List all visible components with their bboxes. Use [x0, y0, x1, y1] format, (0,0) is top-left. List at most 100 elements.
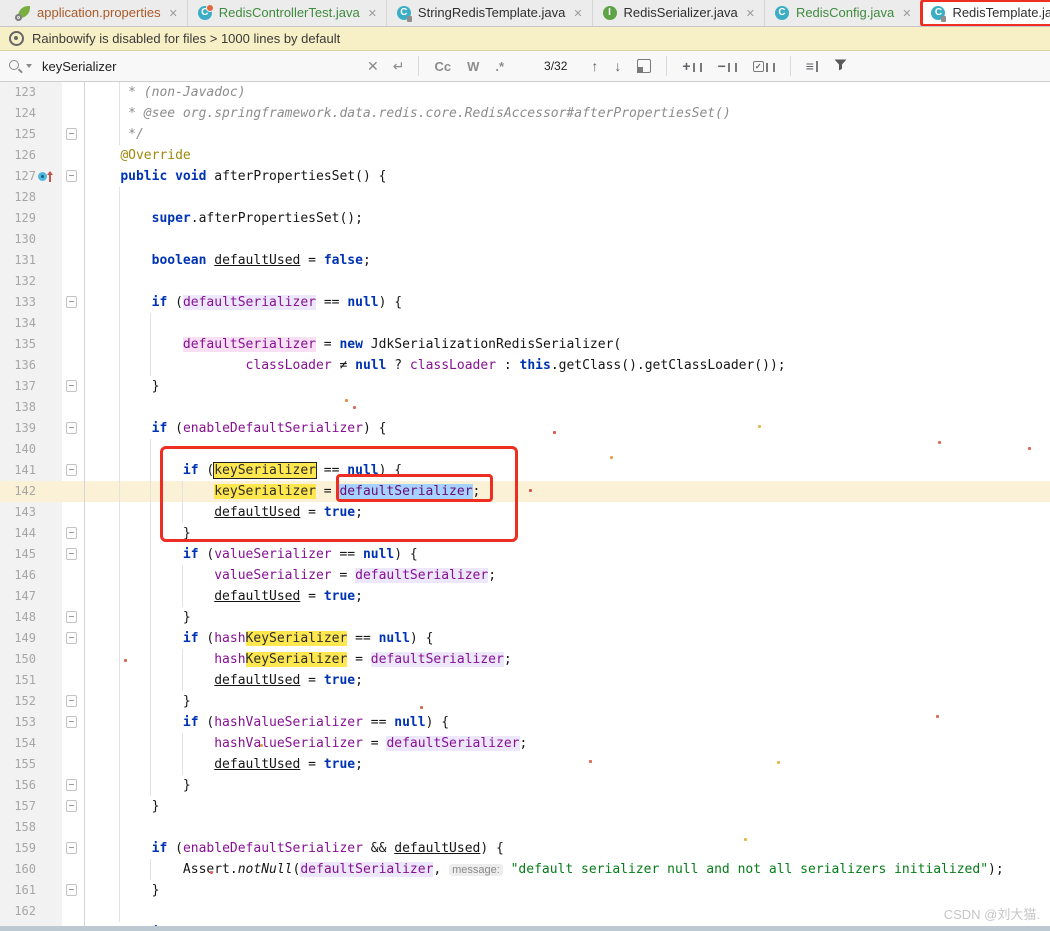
- line-number[interactable]: 138: [0, 397, 36, 418]
- line-number[interactable]: 128: [0, 187, 36, 208]
- fold-marker[interactable]: [66, 842, 77, 854]
- override-method-icon[interactable]: [38, 168, 54, 184]
- code-text[interactable]: if (hashValueSerializer == null) {: [85, 712, 1050, 733]
- search-icon[interactable]: [8, 59, 23, 74]
- code-text[interactable]: boolean defaultUsed = false;: [85, 250, 1050, 271]
- code-text[interactable]: [85, 313, 1050, 334]
- line-number[interactable]: 135: [0, 334, 36, 355]
- line-number[interactable]: 127: [0, 166, 36, 187]
- code-text[interactable]: }: [85, 523, 1050, 544]
- tab-RedisSerializer.java[interactable]: I RedisSerializer.java ✕: [593, 0, 765, 26]
- line-number[interactable]: 151: [0, 670, 36, 691]
- line-number[interactable]: 147: [0, 586, 36, 607]
- line-number[interactable]: 161: [0, 880, 36, 901]
- code-text[interactable]: defaultSerializer = new JdkSerialization…: [85, 334, 1050, 355]
- line-number[interactable]: 154: [0, 733, 36, 754]
- line-number[interactable]: 160: [0, 859, 36, 880]
- fold-marker[interactable]: [66, 884, 77, 896]
- code-text[interactable]: defaultUsed = true;: [85, 502, 1050, 523]
- code-text[interactable]: defaultUsed = true;: [85, 586, 1050, 607]
- next-occurrence-button[interactable]: ↓: [614, 58, 621, 74]
- code-text[interactable]: * @see org.springframework.data.redis.co…: [85, 103, 1050, 124]
- tab-RedisControllerTest.java[interactable]: C RedisControllerTest.java ✕: [188, 0, 387, 26]
- code-text[interactable]: }: [85, 880, 1050, 901]
- code-text[interactable]: @Override: [85, 145, 1050, 166]
- code-text[interactable]: if (enableDefaultSerializer) {: [85, 418, 1050, 439]
- match-case-toggle[interactable]: Cc: [434, 59, 451, 74]
- code-text[interactable]: [85, 229, 1050, 250]
- line-number[interactable]: 153: [0, 712, 36, 733]
- line-number[interactable]: 140: [0, 439, 36, 460]
- line-number[interactable]: 137: [0, 376, 36, 397]
- code-text[interactable]: if (defaultSerializer == null) {: [85, 292, 1050, 313]
- select-all-button[interactable]: ✓: [752, 60, 775, 72]
- line-number[interactable]: 126: [0, 145, 36, 166]
- whole-words-toggle[interactable]: W: [467, 59, 479, 74]
- filter-search-results-icon[interactable]: [834, 59, 847, 74]
- search-options-caret-icon[interactable]: [26, 64, 32, 68]
- code-text[interactable]: if (hashKeySerializer == null) {: [85, 628, 1050, 649]
- clear-search-icon[interactable]: ✕: [367, 58, 379, 75]
- line-number[interactable]: 124: [0, 103, 36, 124]
- tab-close-icon[interactable]: ✕: [746, 7, 755, 20]
- code-text[interactable]: }: [85, 775, 1050, 796]
- code-text[interactable]: }: [85, 796, 1050, 817]
- tab-application.properties[interactable]: application.properties ✕: [6, 0, 188, 26]
- fold-marker[interactable]: [66, 716, 77, 728]
- previous-occurrence-button[interactable]: ↑: [591, 58, 598, 74]
- line-number[interactable]: 125: [0, 124, 36, 145]
- regex-toggle[interactable]: .*: [495, 59, 504, 74]
- line-number[interactable]: 152: [0, 691, 36, 712]
- code-text[interactable]: }: [85, 376, 1050, 397]
- fold-marker[interactable]: [66, 779, 77, 791]
- line-number[interactable]: 157: [0, 796, 36, 817]
- line-number[interactable]: 134: [0, 313, 36, 334]
- filter-lines-icon[interactable]: ≡: [806, 58, 818, 74]
- line-number[interactable]: 149: [0, 628, 36, 649]
- line-number[interactable]: 146: [0, 565, 36, 586]
- code-text[interactable]: keySerializer = defaultSerializer;: [85, 481, 1050, 502]
- line-number[interactable]: 162: [0, 901, 36, 922]
- code-text[interactable]: public void afterPropertiesSet() {: [85, 166, 1050, 187]
- line-number[interactable]: 142: [0, 481, 36, 502]
- code-text[interactable]: if (keySerializer == null) {: [85, 460, 1050, 481]
- line-number[interactable]: 156: [0, 775, 36, 796]
- code-text[interactable]: if (valueSerializer == null) {: [85, 544, 1050, 565]
- line-number[interactable]: 130: [0, 229, 36, 250]
- select-all-occurrences-icon[interactable]: [637, 59, 652, 73]
- fold-marker[interactable]: [66, 464, 77, 476]
- search-input[interactable]: keySerializer: [42, 59, 360, 74]
- add-occurrence-button[interactable]: +: [682, 58, 702, 74]
- tab-close-icon[interactable]: ✕: [573, 7, 582, 20]
- code-text[interactable]: defaultUsed = true;: [85, 754, 1050, 775]
- code-text[interactable]: * (non-Javadoc): [85, 82, 1050, 103]
- line-number[interactable]: 129: [0, 208, 36, 229]
- fold-marker[interactable]: [66, 296, 77, 308]
- remove-occurrence-button[interactable]: −: [718, 58, 737, 74]
- tab-StringRedisTemplate.java[interactable]: C StringRedisTemplate.java ✕: [387, 0, 593, 26]
- fold-marker[interactable]: [66, 632, 77, 644]
- line-number[interactable]: 143: [0, 502, 36, 523]
- fold-marker[interactable]: [66, 527, 77, 539]
- fold-marker[interactable]: [66, 128, 77, 140]
- fold-marker[interactable]: [66, 695, 77, 707]
- code-text[interactable]: */: [85, 124, 1050, 145]
- code-text[interactable]: [85, 397, 1050, 418]
- line-number[interactable]: 150: [0, 649, 36, 670]
- code-text[interactable]: Assert.notNull(defaultSerializer, messag…: [85, 859, 1050, 880]
- line-number[interactable]: 148: [0, 607, 36, 628]
- code-text[interactable]: }: [85, 607, 1050, 628]
- code-text[interactable]: [85, 901, 1050, 922]
- line-number[interactable]: 141: [0, 460, 36, 481]
- line-number[interactable]: 155: [0, 754, 36, 775]
- line-number[interactable]: 159: [0, 838, 36, 859]
- line-number[interactable]: 123: [0, 82, 36, 103]
- code-text[interactable]: [85, 271, 1050, 292]
- code-text[interactable]: classLoader ≠ null ? classLoader : this.…: [85, 355, 1050, 376]
- tab-close-icon[interactable]: ✕: [368, 7, 377, 20]
- line-number[interactable]: 131: [0, 250, 36, 271]
- tab-close-icon[interactable]: ✕: [902, 7, 911, 20]
- code-text[interactable]: hashValueSerializer = defaultSerializer;: [85, 733, 1050, 754]
- line-number[interactable]: 144: [0, 523, 36, 544]
- tab-close-icon[interactable]: ✕: [169, 7, 178, 20]
